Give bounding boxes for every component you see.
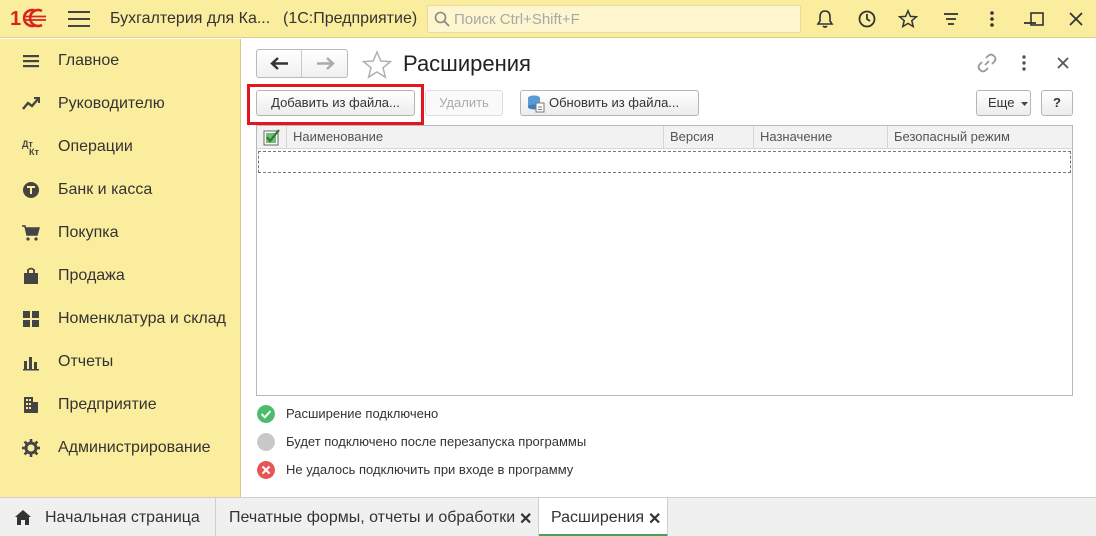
menu-lines-icon[interactable]: [941, 9, 961, 29]
sidebar-item-sales[interactable]: Продажа: [0, 254, 240, 297]
error-circle-icon: [257, 461, 275, 479]
bell-icon[interactable]: [815, 9, 835, 29]
legend-pending: Будет подключено после перезапуска прогр…: [257, 432, 757, 452]
app-title: Бухгалтерия для Ка...: [110, 10, 271, 27]
arrow-right-icon: [317, 57, 335, 70]
help-button[interactable]: ?: [1041, 90, 1073, 116]
history-nav: [256, 49, 348, 78]
delete-button[interactable]: Удалить: [425, 90, 503, 116]
update-from-file-button[interactable]: Обновить из файла...: [520, 90, 699, 116]
sidebar-item-bank[interactable]: Банк и касса: [0, 168, 240, 211]
sidebar-item-label: Главное: [58, 52, 120, 69]
cart-icon: [22, 225, 40, 241]
table-row[interactable]: [258, 151, 1071, 173]
gear-icon: [22, 439, 40, 457]
tab-home[interactable]: Начальная страница: [0, 498, 216, 536]
page-title: Расширения: [403, 51, 531, 76]
main-menu-icon[interactable]: [68, 11, 90, 27]
sidebar-item-nomenclature[interactable]: Номенклатура и склад: [0, 297, 240, 340]
arrow-left-icon: [270, 57, 288, 70]
sidebar-item-label: Администрирование: [58, 439, 211, 456]
column-check[interactable]: [257, 126, 287, 149]
bag-icon: [24, 267, 38, 284]
sidebar-item-purchase[interactable]: Покупка: [0, 211, 240, 254]
grey-circle-icon: [257, 433, 275, 451]
checkbox-header-icon: [263, 129, 280, 146]
grid-icon: [23, 311, 39, 327]
bar-chart-icon: [23, 357, 39, 371]
column-purpose[interactable]: Назначение: [754, 126, 888, 149]
column-safe-mode[interactable]: Безопасный режим: [888, 126, 1072, 149]
extensions-table: Наименование Версия Назначение Безопасны…: [256, 125, 1073, 396]
table-header: Наименование Версия Назначение Безопасны…: [257, 126, 1072, 149]
favorite-star-icon[interactable]: [361, 50, 393, 80]
tab-print-forms[interactable]: Печатные формы, отчеты и обработки ✕: [216, 498, 539, 536]
chevron-down-icon: [1021, 102, 1028, 106]
dt-kt-icon: Дт Кт: [22, 139, 39, 156]
svg-text:Кт: Кт: [29, 147, 39, 156]
list-icon: [23, 55, 39, 68]
sidebar-item-operations[interactable]: Дт Кт Операции: [0, 125, 240, 168]
link-icon[interactable]: [977, 53, 997, 73]
sidebar-item-administration[interactable]: Администрирование: [0, 426, 240, 469]
update-database-icon: [528, 95, 545, 113]
sidebar-item-manager[interactable]: Руководителю: [0, 82, 240, 125]
home-icon: [15, 510, 31, 525]
close-form-icon[interactable]: [1053, 53, 1073, 73]
app-platform: (1С:Предприятие): [283, 10, 418, 27]
app-logo[interactable]: 1: [10, 6, 46, 30]
sidebar-item-reports[interactable]: Отчеты: [0, 340, 240, 383]
search-icon: [434, 11, 450, 27]
forward-button[interactable]: [303, 50, 348, 77]
sidebar-item-enterprise[interactable]: Предприятие: [0, 383, 240, 426]
legend-connected: Расширение подключено: [257, 404, 757, 424]
column-name[interactable]: Наименование: [287, 126, 664, 149]
more-vertical-icon[interactable]: [982, 9, 1002, 29]
sidebar-item-label: Предприятие: [58, 396, 157, 413]
coin-icon: [23, 182, 39, 198]
legend-text: Расширение подключено: [286, 406, 439, 421]
sidebar-item-label: Продажа: [58, 267, 125, 284]
tab-label: Расширения: [551, 509, 645, 526]
back-button[interactable]: [257, 50, 302, 77]
open-windows-bar: Начальная страница Печатные формы, отчет…: [0, 497, 1096, 536]
sidebar-item-main[interactable]: Главное: [0, 39, 240, 82]
sidebar-item-label: Номенклатура и склад: [58, 310, 226, 327]
trend-icon: [22, 97, 40, 110]
building-icon: [24, 397, 38, 413]
sidebar-item-label: Руководителю: [58, 95, 165, 112]
tab-extensions[interactable]: Расширения ✕: [539, 498, 668, 536]
legend-text: Будет подключено после перезапуска прогр…: [286, 434, 587, 449]
star-icon[interactable]: [898, 9, 918, 29]
column-version[interactable]: Версия: [664, 126, 754, 149]
sidebar-item-label: Покупка: [58, 224, 119, 241]
tab-label: Печатные формы, отчеты и обработки: [229, 509, 516, 526]
tab-close-icon[interactable]: ✕: [648, 509, 661, 529]
title-bar: 1 Бухгалтерия для Ка... (1С:Предприятие): [0, 0, 1096, 38]
more-label: Еще: [988, 95, 1015, 110]
search-box[interactable]: [427, 5, 801, 33]
sidebar-item-label: Отчеты: [58, 353, 114, 370]
legend-failed: Не удалось подключить при входе в програ…: [257, 460, 757, 480]
update-from-file-label: Обновить из файла...: [549, 95, 680, 110]
tab-label: Начальная страница: [45, 509, 200, 526]
legend-text: Не удалось подключить при входе в програ…: [286, 462, 574, 477]
search-input[interactable]: [454, 10, 794, 28]
extensions-form: Расширения Добавить из файла... Удалить …: [241, 39, 1096, 497]
svg-text:1: 1: [10, 8, 21, 30]
more-actions-icon[interactable]: [1016, 53, 1032, 73]
check-circle-icon: [257, 405, 275, 423]
sidebar: Главное Руководителю Дт Кт Операции Банк…: [0, 39, 241, 497]
close-window-icon[interactable]: [1066, 9, 1086, 29]
more-button[interactable]: Еще: [976, 90, 1031, 116]
add-from-file-button[interactable]: Добавить из файла...: [256, 90, 415, 116]
sidebar-item-label: Операции: [58, 138, 133, 155]
sidebar-item-label: Банк и касса: [58, 181, 153, 198]
maximize-square-icon[interactable]: [1027, 9, 1047, 29]
tab-close-icon[interactable]: ✕: [519, 509, 532, 529]
history-icon[interactable]: [857, 9, 877, 29]
